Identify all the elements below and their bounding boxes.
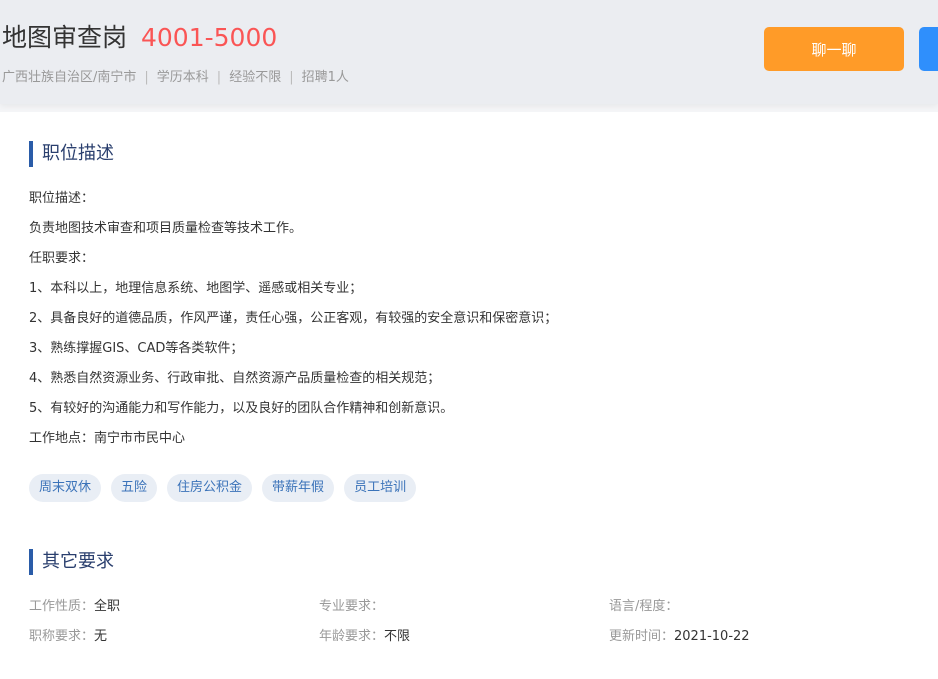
benefit-tag: 带薪年假 <box>262 474 335 502</box>
meta-separator: | <box>289 70 294 85</box>
description-line: 2、具备良好的道德品质，作风严谨，责任心强，公正客观，有较强的安全意识和保密意识… <box>29 311 558 326</box>
req-value: 全职 <box>94 599 121 614</box>
req-label: 年龄要求： <box>319 629 385 644</box>
job-headcount: 招聘1人 <box>301 70 349 85</box>
job-education: 学历本科 <box>156 70 209 85</box>
job-meta: 广西壮族自治区/南宁市 | 学历本科 | 经验不限 | 招聘1人 <box>2 68 349 88</box>
job-header: 地图审查岗 4001-5000 广西壮族自治区/南宁市 | 学历本科 | 经验不… <box>0 0 938 104</box>
req-label: 专业要求： <box>319 599 385 614</box>
benefit-tags: 周末双休 五险 住房公积金 带薪年假 员工培训 <box>29 474 417 502</box>
description-line: 5、有较好的沟通能力和写作能力，以及良好的团队合作精神和创新意识。 <box>29 401 454 416</box>
description-line: 1、本科以上，地理信息系统、地图学、遥感或相关专业； <box>29 281 363 296</box>
section-title-other: 其它要求 <box>29 549 114 575</box>
req-updated: 更新时间：2021-10-22 <box>609 627 750 647</box>
chat-button[interactable]: 聊一聊 <box>764 27 904 71</box>
req-job-nature: 工作性质：全职 <box>29 597 120 617</box>
benefit-tag: 员工培训 <box>344 474 417 502</box>
req-value: 不限 <box>384 629 411 644</box>
job-detail-card: 职位描述 职位描述： 负责地图技术审查和项目质量检查等技术工作。 任职要求： 1… <box>0 112 938 679</box>
benefit-tag: 五险 <box>111 474 158 502</box>
req-label: 更新时间： <box>609 629 675 644</box>
meta-separator: | <box>144 70 149 85</box>
req-language: 语言/程度： <box>609 597 678 617</box>
benefit-tag: 周末双休 <box>29 474 102 502</box>
req-major: 专业要求： <box>319 597 384 617</box>
req-label: 语言/程度： <box>609 599 679 614</box>
description-line: 任职要求： <box>29 251 95 266</box>
job-experience: 经验不限 <box>229 70 282 85</box>
job-title: 地图审查岗 <box>2 23 128 52</box>
req-title: 职称要求：无 <box>29 627 107 647</box>
description-line: 3、熟练撑握GIS、CAD等各类软件； <box>29 341 244 356</box>
section-title-description: 职位描述 <box>29 141 114 167</box>
benefit-tag: 住房公积金 <box>167 474 253 502</box>
job-location: 广西壮族自治区/南宁市 <box>2 70 137 85</box>
req-age: 年龄要求：不限 <box>319 627 410 647</box>
description-line: 负责地图技术审查和项目质量检查等技术工作。 <box>29 221 303 236</box>
meta-separator: | <box>216 70 222 85</box>
req-value: 2021-10-22 <box>674 629 750 644</box>
work-location: 工作地点：南宁市市民中心 <box>29 431 186 446</box>
job-salary: 4001-5000 <box>141 23 278 52</box>
req-label: 工作性质： <box>29 599 95 614</box>
description-line: 职位描述： <box>29 191 95 206</box>
req-value: 无 <box>94 629 108 644</box>
req-label: 职称要求： <box>29 629 95 644</box>
description-line: 4、熟悉自然资源业务、行政审批、自然资源产品质量检查的相关规范； <box>29 371 441 386</box>
apply-button[interactable] <box>919 27 938 71</box>
